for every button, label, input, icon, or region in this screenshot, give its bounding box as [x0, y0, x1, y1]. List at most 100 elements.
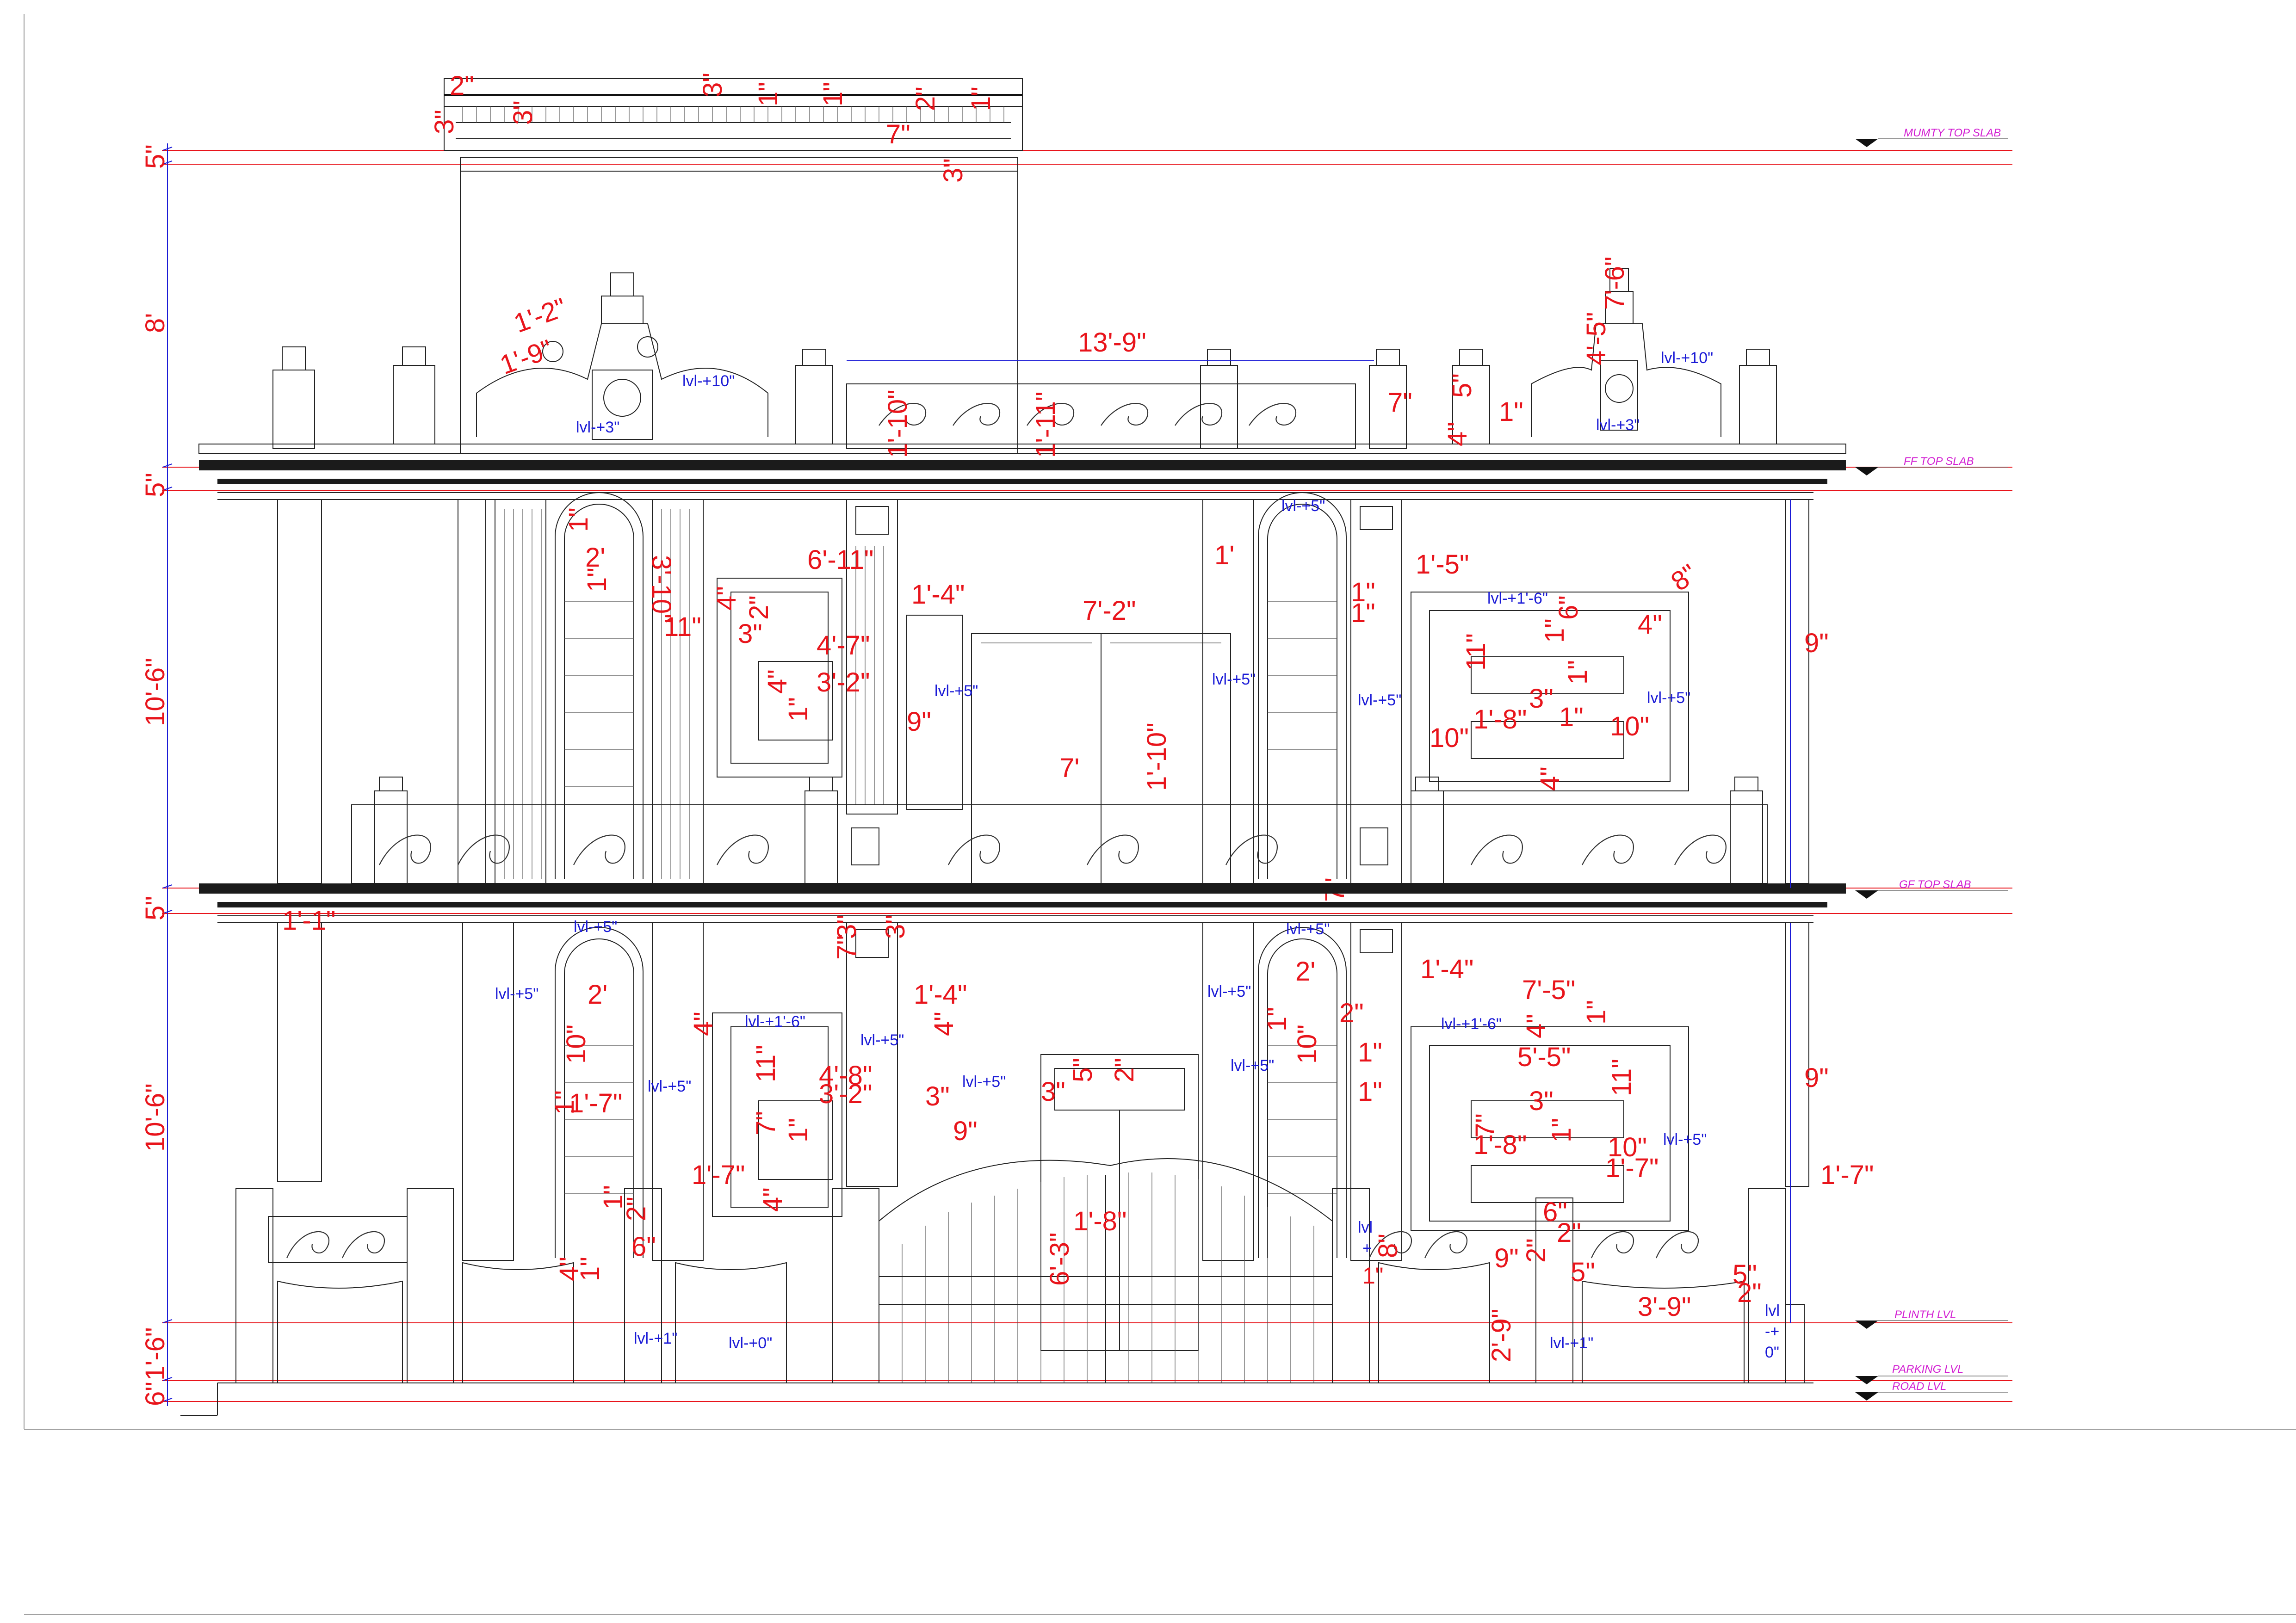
dim-gf-right-pier: 1'-7" [1820, 1160, 1874, 1190]
dim-ff-door-w: 7'-2" [1083, 596, 1136, 626]
level-triangle-icon [1855, 1321, 1878, 1329]
dim-ff-win-h: 1" [783, 697, 813, 722]
lvl-gf-win-a: lvl-+5" [860, 1031, 904, 1049]
parapet-dimensions: 13'-9" 1'-9" 1'-2" 1'-10" 1'-11" 7" 5" 4… [496, 257, 1713, 458]
dim-gf-win-c: 4" [929, 1012, 959, 1036]
dim-gf-bwall-e: 2" [1521, 1238, 1551, 1263]
dim-gf-win-b: 4" [688, 1012, 718, 1036]
dim-ff-right-win-h: 4" [1535, 766, 1565, 791]
dim-ff-right-win-k: 8" [1665, 558, 1703, 597]
dim-gf-door-a: 5" [1068, 1058, 1098, 1082]
ground-floor-dimensions: 1'-1" 2' 10" 1'-7" 1" 3" 7" 3" 1'-4" 4" … [282, 906, 1874, 1362]
lvl-ff-arch-right: lvl-+5" [1358, 691, 1401, 709]
dim-gf-win-k: 4" [758, 1187, 788, 1212]
dim-gf-win-i: 1" [783, 1118, 813, 1142]
dim-gf-door-b: 2" [1109, 1058, 1139, 1082]
dim-road: 6" [140, 1382, 170, 1406]
dim-gf-bwall-b: 2" [1557, 1218, 1581, 1248]
dim-parapet-right-a: 7" [1388, 388, 1412, 418]
lvl-gf-arch-right-b: lvl-+5" [1231, 1057, 1274, 1074]
dim-ff-slab: 5" [140, 473, 170, 497]
dim-gf-arch-a: 10" [561, 1024, 591, 1064]
dim-gf-arch-c: 1" [550, 1090, 580, 1115]
dim-mumty-e: 1" [753, 82, 783, 106]
dim-parapet-right-d: 4'-5" [1581, 312, 1611, 366]
dim-gf-win-f: 3'-2" [819, 1079, 873, 1109]
dim-gf-right-top-d: 1" [1581, 1000, 1611, 1024]
dim-gf-wall-e: 1" [575, 1257, 605, 1281]
dim-gf-right-arch-f: 1" [1358, 1077, 1382, 1107]
dim-gf-win-d: 11" [751, 1045, 781, 1082]
dim-gf-right-win-b: 3" [1529, 1086, 1553, 1116]
dim-ff-right-win-c: 1" [1563, 660, 1593, 685]
lvl-gf-gate-side-b: + [1362, 1240, 1372, 1257]
dim-gf-right-win-e: 1'-8" [1473, 1130, 1527, 1160]
lvl-ff-top: lvl-+5" [1281, 497, 1325, 515]
dim-parapet-span: 13'-9" [1078, 327, 1146, 358]
dim-ff-right-win-f: 10" [1430, 723, 1469, 753]
dim-gf-right-win-w: 5'-5" [1517, 1042, 1571, 1072]
tag-plinth-lvl: PLINTH LVL [1894, 1308, 1956, 1321]
elevation-drawing: MUMTY TOP SLAB FF TOP SLAB GF TOP SLAB P… [24, 14, 2296, 1615]
first-floor-structure [277, 492, 1809, 884]
level-triangle-icon [1855, 1392, 1878, 1401]
dim-gf-bwall-i: 2" [1737, 1278, 1762, 1308]
dim-ff-win-b: 4" [712, 586, 742, 611]
lvl-gf-win-b: lvl-+5" [648, 1078, 691, 1095]
dim-ff-right-win-l: 1" [1559, 702, 1584, 732]
level-triangle-icon [1855, 139, 1878, 147]
lvl-gf-win-top: lvl-+1'-6" [745, 1013, 805, 1031]
dim-mumty-f: 1" [818, 82, 848, 106]
dim-ff-win-g: 4" [762, 669, 792, 694]
tag-ff-top-slab: FF TOP SLAB [1904, 455, 1974, 468]
dim-ff-right-win-d: 3" [1529, 684, 1553, 714]
dim-parapet-left-b: 1'-2" [510, 292, 570, 339]
dim-gf-gate-b: 6'-3" [1045, 1233, 1075, 1286]
dim-gf-win-h: 7" [751, 1111, 781, 1135]
left-dimension-chain: 5" 8' 5" 10'-6" 5" 10'-6" 1'-6" 6" [140, 143, 173, 1406]
tag-gf-top-slab: GF TOP SLAB [1899, 878, 1971, 891]
dim-mumty-g: 2" [910, 86, 941, 111]
lvl-gf-right-side-b: -+ [1765, 1323, 1779, 1340]
dim-ff-win-w: 6'-11" [807, 545, 873, 575]
lvl-gf-right-top: lvl-+1'-6" [1441, 1015, 1502, 1033]
gf-top-slab [199, 883, 1846, 923]
dim-gf-right-arch-e: 1" [1358, 1037, 1382, 1068]
dim-gf-right-win-d: 1" [1547, 1118, 1577, 1142]
lvl-parapet-right-lower: lvl-+3" [1596, 416, 1640, 434]
dim-ff-door-h: 7' [1059, 753, 1079, 783]
lvl-ff-right: lvl-+5" [1647, 689, 1690, 707]
dim-ff-height: 10'-6" [140, 658, 170, 726]
dim-ff-win-c: 2" [744, 595, 774, 620]
dim-gf-bwall-k: 1" [1362, 1263, 1384, 1289]
dim-parapet-right-b: 5" [1447, 373, 1477, 398]
dim-gf-wall-f: 6" [631, 1232, 656, 1262]
lvl-ff-win-top: lvl-+1'-6" [1487, 590, 1548, 607]
dim-gf-right-arch-a: 2' [1295, 957, 1315, 987]
dim-ff-arch-a: 1" [582, 568, 612, 592]
dim-gf-height: 10'-6" [140, 1083, 170, 1152]
dim-gf-top-b: 7" [832, 935, 862, 960]
dim-mumty-i: 7" [886, 119, 910, 149]
dim-parapet-rail-a: 1'-10" [883, 389, 913, 458]
dim-ff-right-win-j: 4" [1638, 610, 1662, 640]
dim-ff-right-arch-d: 1" [1351, 598, 1375, 628]
dim-mumty-a: 2" [450, 71, 474, 101]
dim-mumty-c: 3" [508, 100, 538, 125]
dim-mumty-j: 3" [938, 158, 968, 183]
tag-mumty-top-slab: MUMTY TOP SLAB [1904, 127, 2001, 139]
mumty-dimensions: 2" 3" 3" 3" 1" 1" 2" 1" 7" 3" [429, 71, 996, 183]
dim-gf-right-cornice: 9" [1804, 1063, 1829, 1093]
dim-gf-top-c: 3" [880, 914, 910, 939]
dim-ff-win-a: 1'-4" [911, 580, 965, 610]
lvl-gf-win-c: lvl-+5" [962, 1073, 1006, 1091]
dim-gf-arch-w: 2' [588, 980, 607, 1010]
dim-gf-bwall-j: 2'-9" [1486, 1309, 1516, 1363]
dim-gf-win-g: 3" [925, 1081, 950, 1111]
dim-plinth: 1'-6" [140, 1327, 170, 1381]
dim-parapet-right-c: 4" [1442, 422, 1473, 446]
dim-gf-bwall-c: 8" [1373, 1234, 1403, 1258]
dim-ff-arch-b: 11" [664, 612, 701, 642]
dim-gf-bwall-d: 9" [1494, 1243, 1519, 1273]
first-floor-dimensions: 1" 2' 1" 3'-10" 11" 6'-11" 1'-4" 4" 2" 3… [563, 497, 1829, 902]
